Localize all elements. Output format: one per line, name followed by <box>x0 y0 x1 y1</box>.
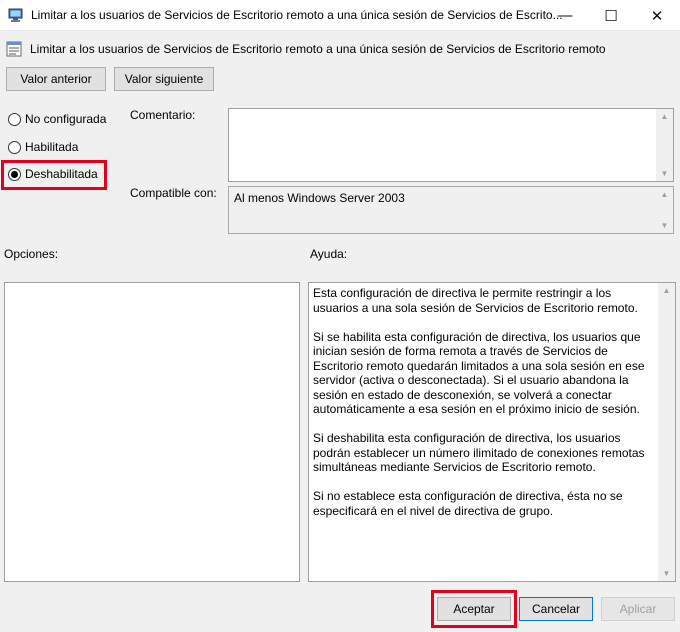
policy-setting-icon <box>6 41 22 57</box>
help-paragraph: Si se habilita esta configuración de dir… <box>313 329 645 417</box>
policy-name: Limitar a los usuarios de Servicios de E… <box>30 42 606 56</box>
close-button[interactable]: ✕ <box>634 0 680 31</box>
apply-button[interactable]: Aplicar <box>601 597 675 621</box>
help-paragraph: Si no establece esta configuración de di… <box>313 489 623 518</box>
cancel-button[interactable]: Cancelar <box>519 597 593 621</box>
previous-setting-button[interactable]: Valor anterior <box>6 67 106 91</box>
scroll-up-icon[interactable]: ▲ <box>658 283 675 298</box>
radio-label: No configurada <box>25 112 107 126</box>
compatible-label: Compatible con: <box>130 186 217 200</box>
comment-scrollbar[interactable]: ▲ ▼ <box>656 109 673 181</box>
help-text: Esta configuración de directiva le permi… <box>313 286 659 533</box>
compatible-scrollbar[interactable]: ▲ ▼ <box>656 187 673 233</box>
radio-not-configured[interactable]: No configurada <box>8 112 106 126</box>
highlight-ok-button <box>431 590 517 628</box>
help-paragraph: Esta configuración de directiva le permi… <box>313 286 638 315</box>
scroll-up-icon[interactable]: ▲ <box>656 109 673 124</box>
radio-circle[interactable] <box>8 112 21 126</box>
comment-label: Comentario: <box>130 108 196 122</box>
comment-textarea[interactable]: ▲ ▼ <box>228 108 674 182</box>
radio-circle[interactable] <box>8 140 21 154</box>
minimize-button[interactable]: — <box>542 0 588 31</box>
scroll-up-icon[interactable]: ▲ <box>656 187 673 202</box>
options-panel <box>4 282 300 582</box>
maximize-button[interactable]: ☐ <box>588 0 634 31</box>
highlight-disabled-option <box>1 160 107 190</box>
scroll-down-icon[interactable]: ▼ <box>656 166 673 181</box>
help-scrollbar[interactable]: ▲ ▼ <box>658 283 675 581</box>
remote-desktop-policy-icon <box>8 8 23 22</box>
title-bar: Limitar a los usuarios de Servicios de E… <box>0 0 680 31</box>
options-label: Opciones: <box>4 247 59 261</box>
radio-label: Habilitada <box>25 140 79 154</box>
help-label: Ayuda: <box>310 247 348 261</box>
radio-enabled[interactable]: Habilitada <box>8 140 78 154</box>
scroll-down-icon[interactable]: ▼ <box>658 566 675 581</box>
compatible-value: Al menos Windows Server 2003 <box>234 191 405 205</box>
window-title: Limitar a los usuarios de Servicios de E… <box>31 8 563 22</box>
next-setting-button[interactable]: Valor siguiente <box>114 67 214 91</box>
scroll-down-icon[interactable]: ▼ <box>656 218 673 233</box>
help-paragraph: Si deshabilita esta configuración de dir… <box>313 431 645 474</box>
